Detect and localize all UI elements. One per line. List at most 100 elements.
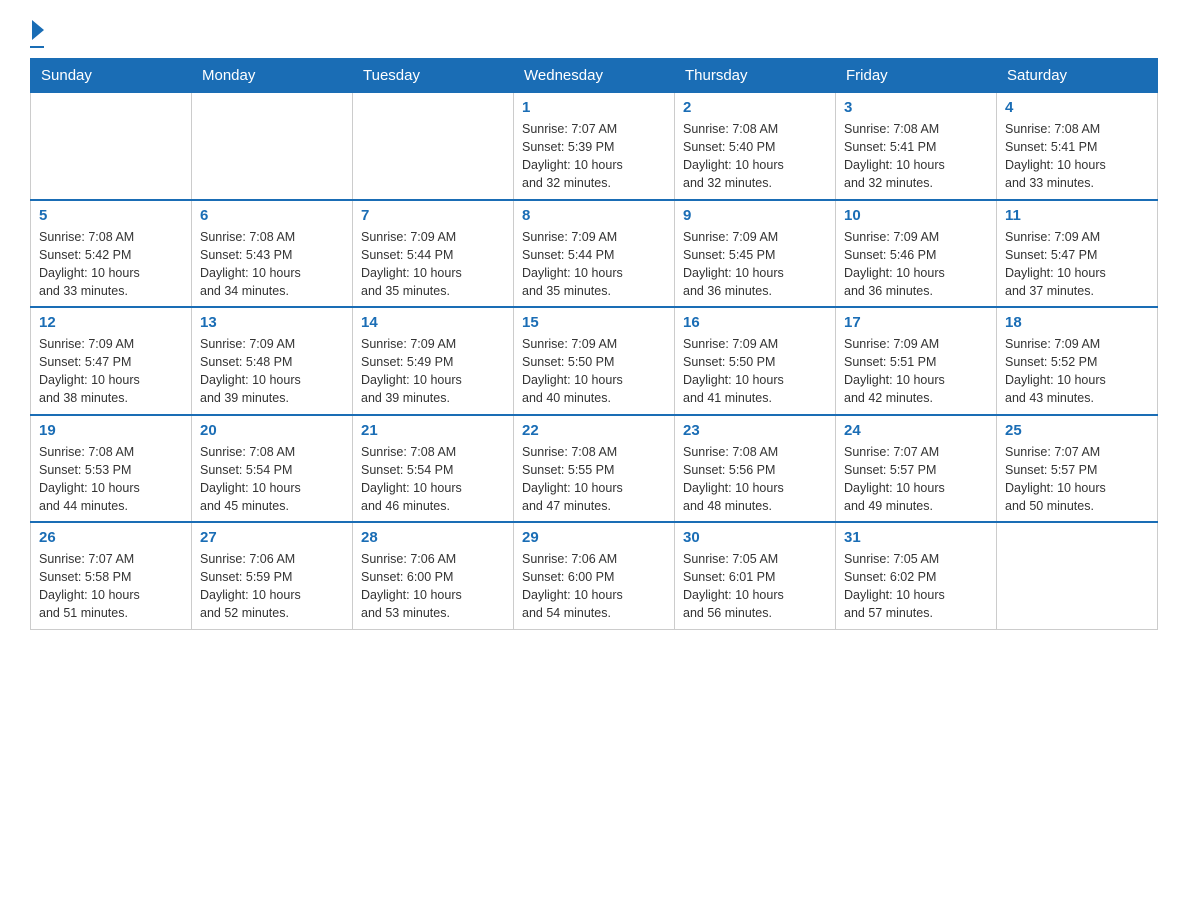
- day-number: 3: [844, 99, 988, 116]
- calendar-day-cell: 3 Sunrise: 7:08 AM Sunset: 5:41 PM Daylig…: [836, 93, 997, 200]
- calendar-week-row: 12Sunrise: 7:09 AM Sunset: 5:47 PM Dayli…: [31, 307, 1158, 415]
- calendar-day-cell: 7 Sunrise: 7:09 AM Sunset: 5:44 PM Daylig…: [353, 200, 514, 308]
- calendar-day-cell: 17 Sunrise: 7:09 AM Sunset: 5:51 PM Dayli…: [836, 307, 997, 415]
- calendar-day-cell: 13 Sunrise: 7:09 AM Sunset: 5:48 PM Dayli…: [192, 307, 353, 415]
- calendar-header-row: SundayMondayTuesdayWednesdayThursdayFrid…: [31, 59, 1158, 93]
- day-number: 25: [1005, 422, 1149, 439]
- day-info: Sunrise: 7:06 AM Sunset: 6:00 PM Dayligh…: [522, 550, 666, 623]
- calendar-week-row: 19 Sunrise: 7:08 AM Sunset: 5:53 PM Dayli…: [31, 415, 1158, 523]
- day-number: 18: [1005, 314, 1149, 331]
- calendar-day-cell: 21Sunrise: 7:08 AM Sunset: 5:54 PM Dayli…: [353, 415, 514, 523]
- day-number: 6: [200, 207, 344, 224]
- day-number: 29: [522, 529, 666, 546]
- day-info: Sunrise: 7:09 AM Sunset: 5:48 PM Dayligh…: [200, 335, 344, 408]
- day-info: Sunrise: 7:09 AM Sunset: 5:47 PM Dayligh…: [1005, 228, 1149, 301]
- calendar-day-cell: 19 Sunrise: 7:08 AM Sunset: 5:53 PM Dayli…: [31, 415, 192, 523]
- logo: [30, 20, 44, 48]
- calendar-day-cell: 18 Sunrise: 7:09 AM Sunset: 5:52 PM Dayli…: [997, 307, 1158, 415]
- day-info: Sunrise: 7:08 AM Sunset: 5:53 PM Dayligh…: [39, 443, 183, 516]
- calendar-day-cell: 20 Sunrise: 7:08 AM Sunset: 5:54 PM Dayli…: [192, 415, 353, 523]
- calendar-day-cell: 12Sunrise: 7:09 AM Sunset: 5:47 PM Dayli…: [31, 307, 192, 415]
- calendar-day-cell: 10 Sunrise: 7:09 AM Sunset: 5:46 PM Dayli…: [836, 200, 997, 308]
- day-number: 22: [522, 422, 666, 439]
- calendar-table: SundayMondayTuesdayWednesdayThursdayFrid…: [30, 58, 1158, 630]
- calendar-week-row: 5Sunrise: 7:08 AM Sunset: 5:42 PM Daylig…: [31, 200, 1158, 308]
- logo-arrow-icon: [32, 20, 44, 40]
- day-number: 15: [522, 314, 666, 331]
- logo-underline: [30, 46, 44, 48]
- weekday-header-wednesday: Wednesday: [514, 59, 675, 93]
- calendar-day-cell: 16Sunrise: 7:09 AM Sunset: 5:50 PM Dayli…: [675, 307, 836, 415]
- calendar-week-row: 26Sunrise: 7:07 AM Sunset: 5:58 PM Dayli…: [31, 522, 1158, 629]
- day-info: Sunrise: 7:09 AM Sunset: 5:52 PM Dayligh…: [1005, 335, 1149, 408]
- day-info: Sunrise: 7:09 AM Sunset: 5:45 PM Dayligh…: [683, 228, 827, 301]
- day-number: 10: [844, 207, 988, 224]
- day-number: 19: [39, 422, 183, 439]
- day-number: 14: [361, 314, 505, 331]
- calendar-day-cell: 31 Sunrise: 7:05 AM Sunset: 6:02 PM Dayli…: [836, 522, 997, 629]
- calendar-day-cell: [353, 93, 514, 200]
- day-number: 9: [683, 207, 827, 224]
- weekday-header-tuesday: Tuesday: [353, 59, 514, 93]
- day-info: Sunrise: 7:08 AM Sunset: 5:41 PM Dayligh…: [1005, 120, 1149, 193]
- calendar-day-cell: 5Sunrise: 7:08 AM Sunset: 5:42 PM Daylig…: [31, 200, 192, 308]
- day-number: 28: [361, 529, 505, 546]
- day-info: Sunrise: 7:07 AM Sunset: 5:57 PM Dayligh…: [1005, 443, 1149, 516]
- day-number: 11: [1005, 207, 1149, 224]
- calendar-day-cell: 23 Sunrise: 7:08 AM Sunset: 5:56 PM Dayli…: [675, 415, 836, 523]
- day-info: Sunrise: 7:08 AM Sunset: 5:41 PM Dayligh…: [844, 120, 988, 193]
- day-number: 31: [844, 529, 988, 546]
- day-number: 23: [683, 422, 827, 439]
- calendar-day-cell: 28 Sunrise: 7:06 AM Sunset: 6:00 PM Dayli…: [353, 522, 514, 629]
- day-info: Sunrise: 7:07 AM Sunset: 5:57 PM Dayligh…: [844, 443, 988, 516]
- weekday-header-friday: Friday: [836, 59, 997, 93]
- calendar-day-cell: [192, 93, 353, 200]
- calendar-day-cell: 1Sunrise: 7:07 AM Sunset: 5:39 PM Daylig…: [514, 93, 675, 200]
- calendar-day-cell: 22 Sunrise: 7:08 AM Sunset: 5:55 PM Dayli…: [514, 415, 675, 523]
- weekday-header-saturday: Saturday: [997, 59, 1158, 93]
- day-number: 30: [683, 529, 827, 546]
- day-number: 27: [200, 529, 344, 546]
- day-info: Sunrise: 7:08 AM Sunset: 5:40 PM Dayligh…: [683, 120, 827, 193]
- day-info: Sunrise: 7:09 AM Sunset: 5:51 PM Dayligh…: [844, 335, 988, 408]
- day-info: Sunrise: 7:09 AM Sunset: 5:49 PM Dayligh…: [361, 335, 505, 408]
- day-info: Sunrise: 7:09 AM Sunset: 5:44 PM Dayligh…: [361, 228, 505, 301]
- calendar-day-cell: 25 Sunrise: 7:07 AM Sunset: 5:57 PM Dayli…: [997, 415, 1158, 523]
- page-header: [30, 20, 1158, 48]
- day-info: Sunrise: 7:08 AM Sunset: 5:54 PM Dayligh…: [200, 443, 344, 516]
- day-number: 4: [1005, 99, 1149, 116]
- day-number: 21: [361, 422, 505, 439]
- weekday-header-monday: Monday: [192, 59, 353, 93]
- calendar-day-cell: 4 Sunrise: 7:08 AM Sunset: 5:41 PM Daylig…: [997, 93, 1158, 200]
- calendar-day-cell: 30 Sunrise: 7:05 AM Sunset: 6:01 PM Dayli…: [675, 522, 836, 629]
- day-info: Sunrise: 7:06 AM Sunset: 5:59 PM Dayligh…: [200, 550, 344, 623]
- day-number: 26: [39, 529, 183, 546]
- day-number: 2: [683, 99, 827, 116]
- day-info: Sunrise: 7:09 AM Sunset: 5:50 PM Dayligh…: [683, 335, 827, 408]
- day-number: 12: [39, 314, 183, 331]
- calendar-day-cell: 2 Sunrise: 7:08 AM Sunset: 5:40 PM Daylig…: [675, 93, 836, 200]
- calendar-day-cell: 14 Sunrise: 7:09 AM Sunset: 5:49 PM Dayli…: [353, 307, 514, 415]
- calendar-day-cell: 9 Sunrise: 7:09 AM Sunset: 5:45 PM Daylig…: [675, 200, 836, 308]
- day-info: Sunrise: 7:09 AM Sunset: 5:46 PM Dayligh…: [844, 228, 988, 301]
- calendar-day-cell: 27 Sunrise: 7:06 AM Sunset: 5:59 PM Dayli…: [192, 522, 353, 629]
- day-info: Sunrise: 7:05 AM Sunset: 6:02 PM Dayligh…: [844, 550, 988, 623]
- day-info: Sunrise: 7:05 AM Sunset: 6:01 PM Dayligh…: [683, 550, 827, 623]
- day-info: Sunrise: 7:09 AM Sunset: 5:50 PM Dayligh…: [522, 335, 666, 408]
- day-info: Sunrise: 7:09 AM Sunset: 5:44 PM Dayligh…: [522, 228, 666, 301]
- day-info: Sunrise: 7:06 AM Sunset: 6:00 PM Dayligh…: [361, 550, 505, 623]
- day-number: 17: [844, 314, 988, 331]
- day-number: 13: [200, 314, 344, 331]
- calendar-day-cell: 24 Sunrise: 7:07 AM Sunset: 5:57 PM Dayli…: [836, 415, 997, 523]
- calendar-day-cell: 11 Sunrise: 7:09 AM Sunset: 5:47 PM Dayli…: [997, 200, 1158, 308]
- day-number: 24: [844, 422, 988, 439]
- day-info: Sunrise: 7:08 AM Sunset: 5:55 PM Dayligh…: [522, 443, 666, 516]
- day-number: 7: [361, 207, 505, 224]
- calendar-week-row: 1Sunrise: 7:07 AM Sunset: 5:39 PM Daylig…: [31, 93, 1158, 200]
- calendar-day-cell: 26Sunrise: 7:07 AM Sunset: 5:58 PM Dayli…: [31, 522, 192, 629]
- calendar-day-cell: [31, 93, 192, 200]
- day-number: 20: [200, 422, 344, 439]
- day-info: Sunrise: 7:08 AM Sunset: 5:56 PM Dayligh…: [683, 443, 827, 516]
- day-info: Sunrise: 7:08 AM Sunset: 5:43 PM Dayligh…: [200, 228, 344, 301]
- day-number: 8: [522, 207, 666, 224]
